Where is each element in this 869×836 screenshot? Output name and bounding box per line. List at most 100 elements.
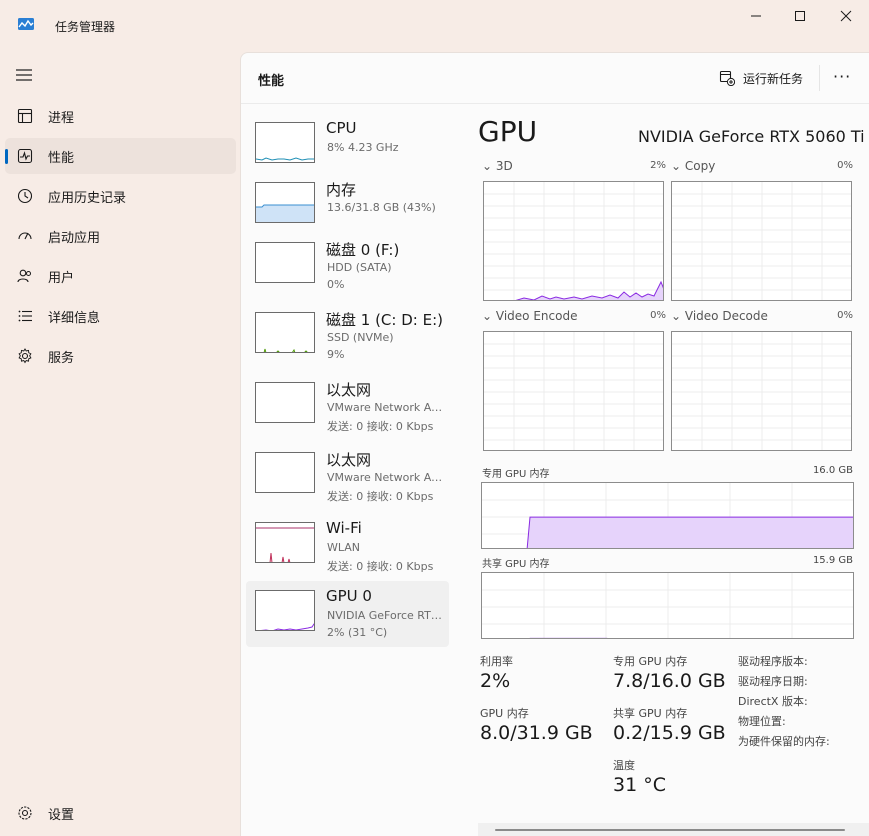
device-cpu[interactable]: CPU 8% 4.23 GHz <box>246 113 449 179</box>
device-detail: SSD (NVMe) <box>327 331 394 344</box>
sidebar-item-label: 应用历史记录 <box>48 191 127 206</box>
task-manager-icon <box>18 18 34 30</box>
device-disk-0[interactable]: 磁盘 0 (F:) HDD (SATA) 0% <box>246 233 449 299</box>
sidebar-item-label: 性能 <box>48 151 75 166</box>
engine-label: 3D <box>495 159 513 173</box>
title-bar: 任务管理器 <box>0 0 869 50</box>
utilization-label: 利用率 <box>480 655 513 668</box>
chevron-down-icon: ⌄ <box>482 159 493 173</box>
main-panel: 性能 运行新任务 ··· CPU 8% 4.23 GHz 内存 13.6/31.… <box>240 52 869 836</box>
dedicated-stat-value: 7.8/16.0 GB <box>613 670 726 692</box>
sidebar-item-label: 启动应用 <box>48 231 101 246</box>
shared-memory-plot <box>482 573 853 638</box>
temperature-label: 温度 <box>613 759 635 772</box>
sidebar-item-label: 进程 <box>48 111 75 126</box>
engine-percent: 0% <box>837 310 853 321</box>
device-thumbnail <box>255 242 315 283</box>
sidebar-item-label: 服务 <box>48 351 75 366</box>
shared-memory-graph <box>481 572 854 639</box>
run-new-task-label: 运行新任务 <box>743 71 804 86</box>
more-options-button[interactable]: ··· <box>833 67 857 89</box>
engine-percent: 0% <box>837 160 853 171</box>
device-detail: WLAN <box>327 541 361 554</box>
device-usage: 发送: 0 接收: 0 Kbps <box>327 560 434 573</box>
disk-sparkline <box>263 348 308 352</box>
device-memory[interactable]: 内存 13.6/31.8 GB (43%) <box>246 173 449 239</box>
processes-icon <box>17 108 33 124</box>
close-button[interactable] <box>823 0 869 32</box>
startup-icon <box>18 232 32 240</box>
device-gpu-0[interactable]: GPU 0 NVIDIA GeForce RTX 5060 Ti 2% (31 … <box>246 581 449 647</box>
wifi-sparkline <box>256 527 314 562</box>
engine-selector-video-encode[interactable]: ⌄ Video Encode <box>482 309 577 323</box>
device-detail: NVIDIA GeForce RTX 5060 Ti <box>327 609 449 622</box>
engine-selector-video-decode[interactable]: ⌄ Video Decode <box>671 309 768 323</box>
device-detail: VMware Network Adapter VMnet1 <box>327 401 449 414</box>
utilization-value: 2% <box>480 670 511 692</box>
dedicated-memory-fill <box>527 517 853 548</box>
graph-video-decode <box>671 331 852 451</box>
hamburger-menu-icon[interactable] <box>15 68 33 82</box>
device-usage: 发送: 0 接收: 0 Kbps <box>327 490 434 503</box>
graph-video-decode-plot <box>672 332 851 450</box>
sidebar-item-users[interactable]: 用户 <box>5 258 236 294</box>
dedicated-memory-graph <box>481 482 854 549</box>
graph-3d <box>483 181 664 301</box>
header-separator <box>819 65 820 91</box>
gpu-memory-label: GPU 内存 <box>480 707 529 720</box>
shared-memory-line <box>529 637 608 638</box>
device-name: Wi-Fi <box>326 519 362 537</box>
device-disk-1[interactable]: 磁盘 1 (C: D: E:) SSD (NVMe) 9% <box>246 303 449 369</box>
engine-label: Copy <box>684 159 716 173</box>
device-ethernet-2[interactable]: 以太网 VMware Network Adapter VMnet8 发送: 0 … <box>246 443 449 509</box>
gpu-model-name: NVIDIA GeForce RTX 5060 Ti <box>638 127 865 146</box>
device-usage: 9% <box>327 348 345 361</box>
device-name: 内存 <box>326 181 357 199</box>
shared-memory-max: 15.9 GB <box>812 555 853 566</box>
run-new-task-button[interactable]: 运行新任务 <box>719 67 803 89</box>
sidebar-item-details[interactable]: 详细信息 <box>5 298 236 334</box>
shared-memory-label: 共享 GPU 内存 <box>482 559 550 570</box>
app-title: 任务管理器 <box>55 20 116 34</box>
device-thumbnail <box>255 452 315 493</box>
sidebar-item-processes[interactable]: 进程 <box>5 98 236 134</box>
chevron-down-icon: ⌄ <box>671 159 682 173</box>
dedicated-memory-label: 专用 GPU 内存 <box>482 469 550 480</box>
maximize-button[interactable] <box>777 0 823 32</box>
driver-date-label: 驱动程序日期: <box>738 675 808 688</box>
history-icon <box>17 188 33 204</box>
chevron-down-icon: ⌄ <box>671 309 682 323</box>
device-usage: 发送: 0 接收: 0 Kbps <box>327 420 434 433</box>
device-ethernet-1[interactable]: 以太网 VMware Network Adapter VMnet1 发送: 0 … <box>246 373 449 439</box>
device-thumbnail <box>255 312 315 353</box>
engine-selector-3d[interactable]: ⌄ 3D <box>482 159 513 173</box>
scrollbar-thumb[interactable] <box>495 829 845 831</box>
device-wifi[interactable]: Wi-Fi WLAN 发送: 0 接收: 0 Kbps <box>246 513 449 579</box>
dedicated-memory-max: 16.0 GB <box>812 465 853 476</box>
device-name: CPU <box>326 119 357 137</box>
minimize-icon <box>751 15 761 17</box>
sidebar-item-performance[interactable]: 性能 <box>5 138 236 174</box>
horizontal-scrollbar[interactable] <box>478 823 869 836</box>
sidebar-item-app-history[interactable]: 应用历史记录 <box>5 178 236 214</box>
sidebar-item-startup-apps[interactable]: 启动应用 <box>5 218 236 254</box>
sidebar-item-services[interactable]: 服务 <box>5 338 236 374</box>
device-name: 磁盘 0 (F:) <box>326 241 400 259</box>
gpu-sparkline <box>260 623 314 630</box>
physical-location-label: 物理位置: <box>738 715 786 728</box>
device-detail: HDD (SATA) <box>327 261 392 274</box>
engine-percent: 2% <box>650 160 666 171</box>
minimize-button[interactable] <box>733 0 779 32</box>
temperature-value: 31 °C <box>613 774 666 796</box>
gpu-title: GPU <box>478 115 538 148</box>
device-thumbnail <box>255 590 315 631</box>
close-icon <box>840 10 852 22</box>
sidebar-item-settings[interactable]: 设置 <box>5 795 236 831</box>
graph-video-encode-plot <box>484 332 663 450</box>
engine-selector-copy[interactable]: ⌄ Copy <box>671 159 715 173</box>
device-name: 磁盘 1 (C: D: E:) <box>326 311 443 329</box>
users-icon <box>17 269 31 283</box>
dedicated-memory-plot <box>482 483 853 548</box>
services-icon <box>18 348 32 364</box>
gear-icon <box>18 806 32 820</box>
